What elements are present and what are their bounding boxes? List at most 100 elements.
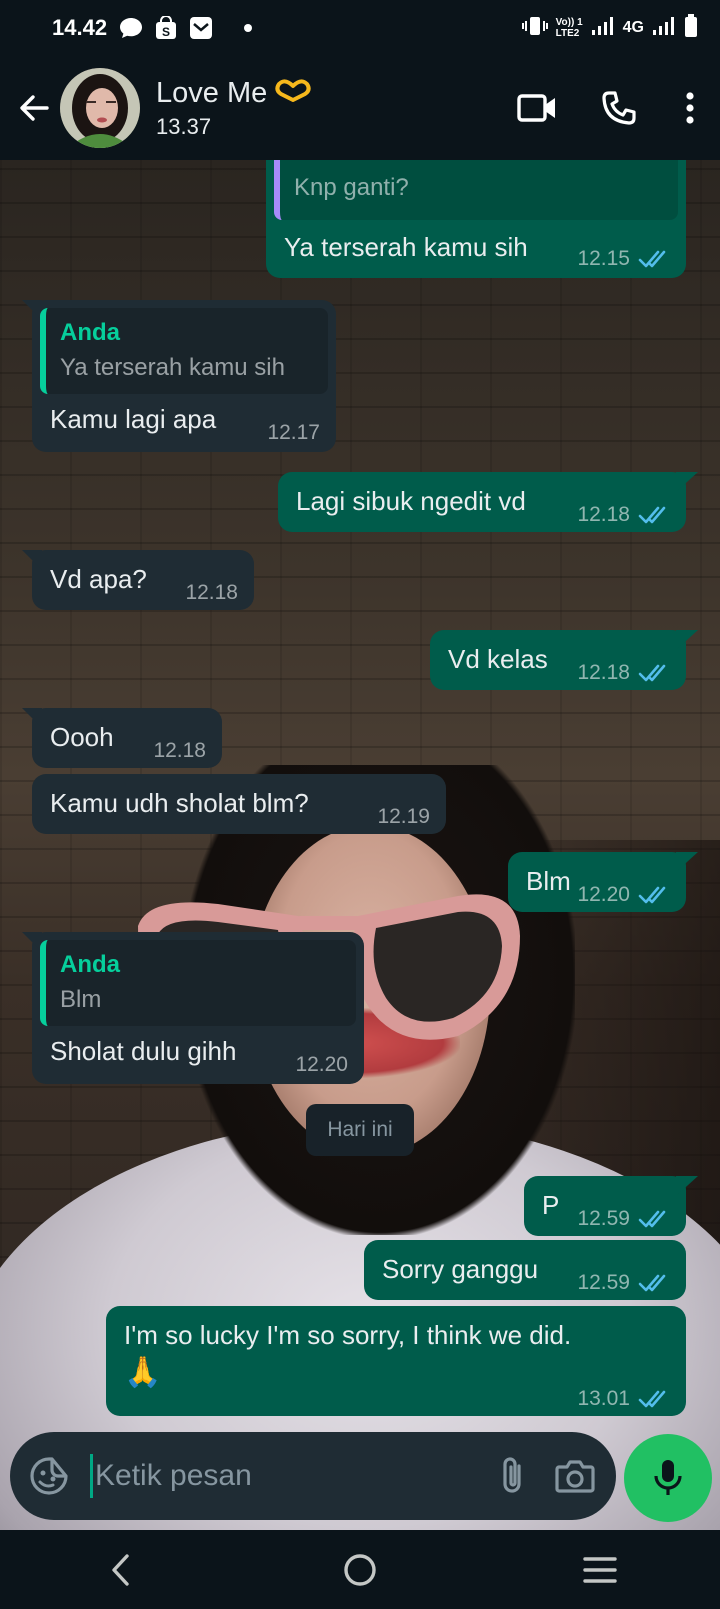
message-bubble-out[interactable]: Blm 12.20 xyxy=(508,852,698,912)
message-time: 12.19 xyxy=(377,805,430,828)
nav-home-icon[interactable] xyxy=(315,1535,405,1605)
reply-quote[interactable]: Anda Ya terserah kamu sih xyxy=(40,308,328,394)
message-meta: 12.20 xyxy=(295,1048,348,1082)
message-meta: 12.20 xyxy=(577,878,670,912)
mic-button[interactable] xyxy=(624,1434,712,1522)
inbox-icon xyxy=(189,16,213,40)
back-arrow-icon[interactable] xyxy=(4,78,64,138)
message-meta: 12.18 xyxy=(577,656,670,690)
video-call-icon[interactable] xyxy=(496,73,578,143)
emoji-icon[interactable] xyxy=(18,1439,80,1513)
nav-back-icon[interactable] xyxy=(75,1535,165,1605)
message-text: Lagi sibuk ngedit vd xyxy=(296,486,526,516)
folded-hands-emoji: 🙏 xyxy=(124,1356,162,1389)
message-text: Vd apa? xyxy=(50,564,147,594)
message-bubble-in[interactable]: Kamu udh sholat blm? 12.19 xyxy=(32,774,446,834)
camera-icon[interactable] xyxy=(544,1439,606,1513)
message-text: Kamu lagi apa xyxy=(50,404,217,434)
message-composer xyxy=(10,1432,616,1520)
read-ticks-icon xyxy=(638,664,666,682)
message-bubble-out[interactable]: Sorry ganggu 12.59 xyxy=(364,1240,686,1300)
status-bar: 14.42 S Vo)) 1 LTE2 4G xyxy=(0,0,720,56)
read-ticks-icon xyxy=(638,506,666,524)
message-meta: 12.17 xyxy=(267,416,320,450)
message-time: 13.01 xyxy=(577,1387,630,1410)
message-text: P xyxy=(542,1190,560,1220)
message-time: 12.15 xyxy=(577,247,630,270)
message-meta: 12.59 xyxy=(577,1266,670,1300)
quote-author: Anda xyxy=(60,319,120,346)
message-text: Ya terserah kamu sih xyxy=(284,232,528,262)
message-bubble-in[interactable]: Anda Blm Sholat dulu gihh 12.20 xyxy=(22,932,364,1084)
header-actions xyxy=(496,73,720,143)
read-ticks-icon xyxy=(638,250,666,268)
message-text: Kamu udh sholat blm? xyxy=(50,788,309,818)
message-meta: 12.19 xyxy=(377,800,430,834)
battery-icon xyxy=(684,13,698,43)
status-right-icons: Vo)) 1 LTE2 4G xyxy=(521,13,698,43)
quote-author: Anda xyxy=(60,951,120,978)
message-bubble-out[interactable]: Vd kelas 12.18 xyxy=(430,630,698,690)
system-nav-bar xyxy=(0,1530,720,1609)
message-meta: 12.59 xyxy=(577,1202,670,1236)
message-meta: 12.15 xyxy=(577,242,670,276)
message-input[interactable] xyxy=(95,1459,482,1493)
message-time: 12.18 xyxy=(577,503,630,526)
svg-text:S: S xyxy=(162,25,170,39)
message-text: Sorry ganggu xyxy=(382,1254,539,1284)
nav-recents-icon[interactable] xyxy=(555,1535,645,1605)
message-time: 12.18 xyxy=(153,739,206,762)
message-text: Oooh xyxy=(50,722,114,752)
last-seen: 13.37 xyxy=(156,113,212,139)
date-divider: Hari ini xyxy=(306,1104,414,1156)
message-bubble-in[interactable]: Anda Ya terserah kamu sih Kamu lagi apa … xyxy=(22,300,336,452)
message-text: Blm xyxy=(526,866,571,896)
message-bubble-in[interactable]: Vd apa? 12.18 xyxy=(22,550,254,610)
message-bubble-out[interactable]: Lagi sibuk ngedit vd 12.18 xyxy=(278,472,698,532)
message-time: 12.59 xyxy=(577,1271,630,1294)
message-text: Sholat dulu gihh xyxy=(50,1036,237,1066)
avatar[interactable] xyxy=(60,68,140,148)
mic-icon xyxy=(654,1460,682,1495)
contact-title: Love Me xyxy=(156,77,311,110)
volte-top: Vo)) 1 xyxy=(555,17,583,28)
reply-quote[interactable]: Anda Blm xyxy=(40,940,356,1026)
signal-1-icon xyxy=(591,16,615,41)
message-time: 12.59 xyxy=(577,1207,630,1230)
quote-text: Blm xyxy=(60,986,102,1013)
text-cursor xyxy=(90,1454,94,1498)
status-time: 14.42 xyxy=(52,15,108,40)
message-text: I'm so lucky I'm so sorry, I think we di… xyxy=(124,1320,572,1350)
message-bubble-out[interactable]: I'm so lucky I'm so sorry, I think we di… xyxy=(106,1306,686,1416)
contact-name: Love Me xyxy=(156,76,268,109)
vibrate-icon xyxy=(521,16,548,41)
chat-bubble-icon xyxy=(119,17,143,39)
message-time: 12.20 xyxy=(295,1053,348,1076)
message-time: 12.17 xyxy=(267,421,320,444)
message-meta: 12.18 xyxy=(577,498,670,532)
signal-2-icon xyxy=(652,16,676,41)
volte-label: Vo)) 1 LTE2 xyxy=(556,17,583,39)
phone-icon[interactable] xyxy=(578,73,660,143)
quote-text: Knp ganti? xyxy=(294,174,409,201)
message-meta: 12.18 xyxy=(153,734,206,768)
volte-bottom: LTE2 xyxy=(555,28,580,39)
read-ticks-icon xyxy=(638,1274,666,1292)
network-type: 4G xyxy=(622,19,644,36)
more-vert-icon[interactable] xyxy=(660,73,720,143)
message-time: 12.18 xyxy=(577,661,630,684)
read-ticks-icon xyxy=(638,886,666,904)
heart-hands-emoji-icon xyxy=(275,77,311,110)
contact-info[interactable]: Love Me 13.37 xyxy=(156,77,311,140)
attach-icon[interactable] xyxy=(481,1439,543,1513)
message-meta: 12.18 xyxy=(185,576,238,610)
dot-icon xyxy=(243,23,253,33)
shop-bag-icon: S xyxy=(155,16,177,40)
read-ticks-icon xyxy=(638,1390,666,1408)
message-bubble-out[interactable]: P 12.59 xyxy=(524,1176,698,1236)
message-meta: 13.01 xyxy=(577,1382,670,1416)
message-bubble-in[interactable]: Oooh 12.18 xyxy=(22,708,222,768)
read-ticks-icon xyxy=(638,1210,666,1228)
message-time: 12.18 xyxy=(185,581,238,604)
message-time: 12.20 xyxy=(577,883,630,906)
